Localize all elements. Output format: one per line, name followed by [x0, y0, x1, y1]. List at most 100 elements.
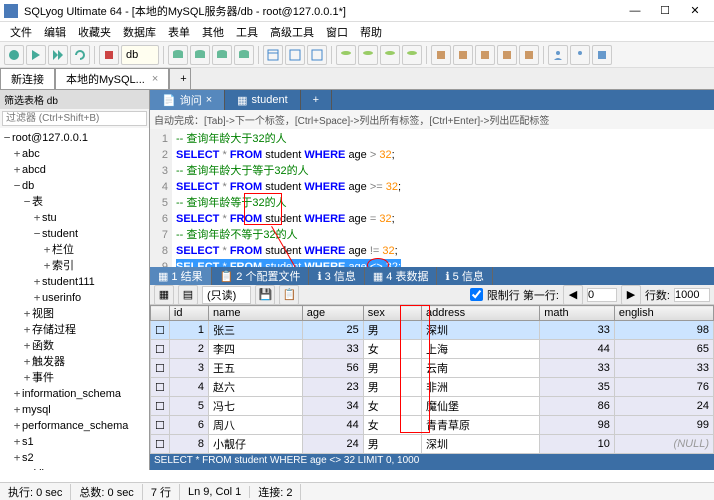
- tool-tbl1[interactable]: [263, 45, 283, 65]
- tool-m2[interactable]: [453, 45, 473, 65]
- result-grid[interactable]: idnameagesexaddressmathenglish☐1张三25男深圳3…: [150, 305, 714, 454]
- table-row[interactable]: ☐6周八44女青青草原9899: [151, 416, 714, 435]
- student-tab[interactable]: ▦student: [225, 90, 301, 110]
- tree-node[interactable]: +s2: [2, 450, 147, 466]
- result-tab-2[interactable]: 📋2 个配置文件: [212, 267, 310, 285]
- col-header[interactable]: id: [169, 306, 208, 321]
- tool-run-all[interactable]: [48, 45, 68, 65]
- menu-item[interactable]: 数据库: [117, 22, 162, 42]
- tree-node[interactable]: +student111: [2, 274, 147, 290]
- tree-node[interactable]: −db: [2, 178, 147, 194]
- col-header[interactable]: math: [540, 306, 615, 321]
- col-header[interactable]: sex: [363, 306, 421, 321]
- col-header[interactable]: english: [614, 306, 713, 321]
- menu-item[interactable]: 高级工具: [264, 22, 320, 42]
- tool-stop[interactable]: [99, 45, 119, 65]
- export-icon[interactable]: 💾: [255, 285, 275, 305]
- copy-icon[interactable]: 📋: [279, 285, 299, 305]
- tree-node[interactable]: +sakila: [2, 466, 147, 470]
- tree-node[interactable]: +information_schema: [2, 386, 147, 402]
- close-button[interactable]: ✕: [680, 1, 710, 21]
- menu-item[interactable]: 表单: [162, 22, 196, 42]
- menu-item[interactable]: 窗口: [320, 22, 354, 42]
- tool-m4[interactable]: [497, 45, 517, 65]
- rows-input[interactable]: [674, 288, 710, 302]
- limit-checkbox[interactable]: [470, 288, 483, 301]
- tool-ex1[interactable]: [336, 45, 356, 65]
- grid-view-icon[interactable]: ▦: [154, 285, 174, 305]
- form-view-icon[interactable]: ▤: [178, 285, 198, 305]
- tool-ex3[interactable]: [380, 45, 400, 65]
- result-tab-3[interactable]: ℹ3 信息: [309, 267, 364, 285]
- tree-node[interactable]: +performance_schema: [2, 418, 147, 434]
- new-connection-tab[interactable]: 新连接: [0, 68, 55, 89]
- col-header[interactable]: age: [302, 306, 363, 321]
- query-tab[interactable]: 📄询问×: [150, 90, 225, 110]
- tool-db2[interactable]: [190, 45, 210, 65]
- tool-m1[interactable]: [431, 45, 451, 65]
- tool-db1[interactable]: [168, 45, 188, 65]
- host-tab[interactable]: 本地的MySQL...×: [55, 68, 169, 89]
- col-header[interactable]: [151, 306, 170, 321]
- table-row[interactable]: ☐3王五56男云南3333: [151, 359, 714, 378]
- db-selector[interactable]: db: [121, 45, 159, 65]
- table-row[interactable]: ☐4赵六23男非洲3576: [151, 378, 714, 397]
- tree-node[interactable]: +s1: [2, 434, 147, 450]
- tool-ex4[interactable]: [402, 45, 422, 65]
- result-tab-1[interactable]: ▦1 结果: [150, 267, 212, 285]
- tree-node[interactable]: −student: [2, 226, 147, 242]
- tree-node[interactable]: +触发器: [2, 354, 147, 370]
- tree-node[interactable]: +stu: [2, 210, 147, 226]
- maximize-button[interactable]: ☐: [650, 1, 680, 21]
- tree-node[interactable]: +userinfo: [2, 290, 147, 306]
- col-header[interactable]: name: [209, 306, 303, 321]
- tool-u1[interactable]: [548, 45, 568, 65]
- tool-tbl2[interactable]: [285, 45, 305, 65]
- menu-item[interactable]: 帮助: [354, 22, 388, 42]
- tool-m3[interactable]: [475, 45, 495, 65]
- menu-item[interactable]: 工具: [230, 22, 264, 42]
- tool-db3[interactable]: [212, 45, 232, 65]
- tool-tbl3[interactable]: [307, 45, 327, 65]
- tree-node[interactable]: +abcd: [2, 162, 147, 178]
- menu-item[interactable]: 收藏夹: [72, 22, 117, 42]
- tool-ex2[interactable]: [358, 45, 378, 65]
- col-header[interactable]: address: [421, 306, 539, 321]
- prev-page-icon[interactable]: ◀: [563, 285, 583, 305]
- tree-node[interactable]: +事件: [2, 370, 147, 386]
- minimize-button[interactable]: —: [620, 1, 650, 21]
- tree-node[interactable]: +函数: [2, 338, 147, 354]
- tool-u3[interactable]: [592, 45, 612, 65]
- menu-item[interactable]: 其他: [196, 22, 230, 42]
- next-page-icon[interactable]: ▶: [621, 285, 641, 305]
- tree-node[interactable]: +存储过程: [2, 322, 147, 338]
- table-row[interactable]: ☐8小靓仔24男深圳10(NULL): [151, 435, 714, 454]
- close-tab-icon[interactable]: ×: [206, 94, 212, 106]
- readonly-select[interactable]: (只读): [202, 286, 251, 304]
- add-tab[interactable]: +: [301, 90, 332, 110]
- tool-db4[interactable]: [234, 45, 254, 65]
- add-connection-tab[interactable]: +: [169, 68, 191, 89]
- tool-u2[interactable]: [570, 45, 590, 65]
- tool-new[interactable]: [4, 45, 24, 65]
- tree-node[interactable]: +视图: [2, 306, 147, 322]
- table-row[interactable]: ☐1张三25男深圳3398: [151, 321, 714, 340]
- tree-node[interactable]: +栏位: [2, 242, 147, 258]
- object-tree[interactable]: −root@127.0.0.1+abc+abcd−db−表+stu−studen…: [0, 128, 149, 470]
- menu-item[interactable]: 文件: [4, 22, 38, 42]
- tool-run[interactable]: [26, 45, 46, 65]
- tree-node[interactable]: +abc: [2, 146, 147, 162]
- tree-node[interactable]: +索引: [2, 258, 147, 274]
- table-row[interactable]: ☐2李四33女上海4465: [151, 340, 714, 359]
- tool-refresh[interactable]: [70, 45, 90, 65]
- result-tab-5[interactable]: ℹ5 信息: [437, 267, 492, 285]
- table-row[interactable]: ☐5冯七34女魔仙堡8624: [151, 397, 714, 416]
- close-tab-icon[interactable]: ×: [152, 73, 158, 85]
- sql-editor[interactable]: 123456789 -- 查询年龄大于32的人 SELECT * FROM st…: [150, 129, 714, 267]
- filter-input[interactable]: [2, 111, 147, 126]
- limit-from-input[interactable]: [587, 288, 617, 302]
- tree-node[interactable]: +mysql: [2, 402, 147, 418]
- tree-node[interactable]: −表: [2, 194, 147, 210]
- menu-item[interactable]: 编辑: [38, 22, 72, 42]
- tool-m5[interactable]: [519, 45, 539, 65]
